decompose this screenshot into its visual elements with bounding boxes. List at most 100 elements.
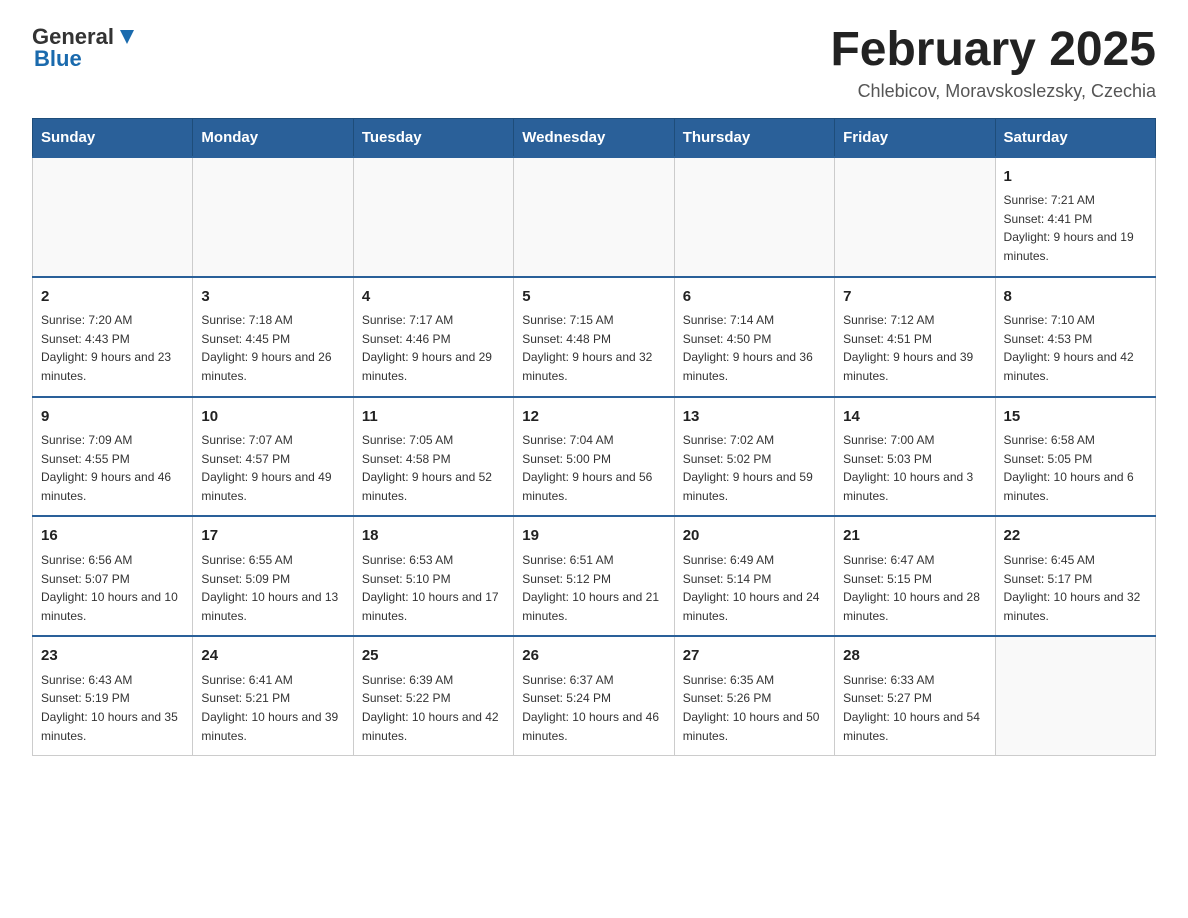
- weekday-header-sunday: Sunday: [33, 118, 193, 157]
- day-info: Sunrise: 6:49 AMSunset: 5:14 PMDaylight:…: [683, 551, 826, 625]
- title-section: February 2025 Chlebicov, Moravskoslezsky…: [830, 24, 1156, 102]
- calendar-cell: [674, 157, 834, 277]
- day-number: 1: [1004, 166, 1147, 189]
- day-number: 13: [683, 406, 826, 429]
- calendar-cell: 16 Sunrise: 6:56 AMSunset: 5:07 PMDayligh…: [33, 516, 193, 636]
- day-info: Sunrise: 6:39 AMSunset: 5:22 PMDaylight:…: [362, 671, 505, 745]
- day-info: Sunrise: 6:41 AMSunset: 5:21 PMDaylight:…: [201, 671, 344, 745]
- weekday-header-thursday: Thursday: [674, 118, 834, 157]
- weekday-header-tuesday: Tuesday: [353, 118, 513, 157]
- day-info: Sunrise: 7:09 AMSunset: 4:55 PMDaylight:…: [41, 431, 184, 505]
- calendar-cell: 20 Sunrise: 6:49 AMSunset: 5:14 PMDayligh…: [674, 516, 834, 636]
- day-number: 4: [362, 286, 505, 309]
- calendar-cell: 4Sunrise: 7:17 AMSunset: 4:46 PMDaylight…: [353, 277, 513, 397]
- day-info: Sunrise: 7:21 AMSunset: 4:41 PMDaylight:…: [1004, 191, 1147, 265]
- day-info: Sunrise: 7:05 AMSunset: 4:58 PMDaylight:…: [362, 431, 505, 505]
- day-info: Sunrise: 7:12 AMSunset: 4:51 PMDaylight:…: [843, 311, 986, 385]
- day-number: 10: [201, 406, 344, 429]
- logo-arrow-icon: [116, 26, 138, 48]
- calendar-cell: 11Sunrise: 7:05 AMSunset: 4:58 PMDayligh…: [353, 397, 513, 517]
- week-row-3: 9Sunrise: 7:09 AMSunset: 4:55 PMDaylight…: [33, 397, 1156, 517]
- day-info: Sunrise: 6:43 AMSunset: 5:19 PMDaylight:…: [41, 671, 184, 745]
- calendar-table: SundayMondayTuesdayWednesdayThursdayFrid…: [32, 118, 1156, 756]
- day-info: Sunrise: 6:35 AMSunset: 5:26 PMDaylight:…: [683, 671, 826, 745]
- calendar-cell: [33, 157, 193, 277]
- day-number: 2: [41, 286, 184, 309]
- calendar-cell: 14Sunrise: 7:00 AMSunset: 5:03 PMDayligh…: [835, 397, 995, 517]
- day-number: 22: [1004, 525, 1147, 548]
- day-info: Sunrise: 6:37 AMSunset: 5:24 PMDaylight:…: [522, 671, 665, 745]
- day-info: Sunrise: 6:56 AMSunset: 5:07 PMDaylight:…: [41, 551, 184, 625]
- week-row-5: 23 Sunrise: 6:43 AMSunset: 5:19 PMDayligh…: [33, 636, 1156, 755]
- calendar-cell: 7Sunrise: 7:12 AMSunset: 4:51 PMDaylight…: [835, 277, 995, 397]
- day-info: Sunrise: 7:17 AMSunset: 4:46 PMDaylight:…: [362, 311, 505, 385]
- location-title: Chlebicov, Moravskoslezsky, Czechia: [830, 81, 1156, 102]
- calendar-cell: 28Sunrise: 6:33 AMSunset: 5:27 PMDayligh…: [835, 636, 995, 755]
- day-info: Sunrise: 7:20 AMSunset: 4:43 PMDaylight:…: [41, 311, 184, 385]
- day-info: Sunrise: 6:45 AMSunset: 5:17 PMDaylight:…: [1004, 551, 1147, 625]
- day-number: 16: [41, 525, 184, 548]
- weekday-header-friday: Friday: [835, 118, 995, 157]
- day-info: Sunrise: 7:18 AMSunset: 4:45 PMDaylight:…: [201, 311, 344, 385]
- calendar-cell: 18 Sunrise: 6:53 AMSunset: 5:10 PMDayligh…: [353, 516, 513, 636]
- logo: General Blue: [32, 24, 138, 72]
- day-number: 7: [843, 286, 986, 309]
- calendar-cell: 9Sunrise: 7:09 AMSunset: 4:55 PMDaylight…: [33, 397, 193, 517]
- calendar-cell: 22 Sunrise: 6:45 AMSunset: 5:17 PMDayligh…: [995, 516, 1155, 636]
- day-info: Sunrise: 6:47 AMSunset: 5:15 PMDaylight:…: [843, 551, 986, 625]
- day-number: 15: [1004, 406, 1147, 429]
- calendar-cell: [193, 157, 353, 277]
- day-number: 5: [522, 286, 665, 309]
- day-number: 25: [362, 645, 505, 668]
- calendar-cell: [995, 636, 1155, 755]
- weekday-header-saturday: Saturday: [995, 118, 1155, 157]
- calendar-cell: 24Sunrise: 6:41 AMSunset: 5:21 PMDayligh…: [193, 636, 353, 755]
- day-info: Sunrise: 6:51 AMSunset: 5:12 PMDaylight:…: [522, 551, 665, 625]
- day-number: 20: [683, 525, 826, 548]
- day-info: Sunrise: 6:55 AMSunset: 5:09 PMDaylight:…: [201, 551, 344, 625]
- calendar-cell: [514, 157, 674, 277]
- day-number: 8: [1004, 286, 1147, 309]
- calendar-cell: [353, 157, 513, 277]
- week-row-1: 1Sunrise: 7:21 AMSunset: 4:41 PMDaylight…: [33, 157, 1156, 277]
- logo-blue-text: Blue: [34, 46, 82, 71]
- weekday-header-wednesday: Wednesday: [514, 118, 674, 157]
- day-number: 23: [41, 645, 184, 668]
- calendar-cell: 5Sunrise: 7:15 AMSunset: 4:48 PMDaylight…: [514, 277, 674, 397]
- day-info: Sunrise: 7:15 AMSunset: 4:48 PMDaylight:…: [522, 311, 665, 385]
- day-info: Sunrise: 6:53 AMSunset: 5:10 PMDaylight:…: [362, 551, 505, 625]
- day-info: Sunrise: 7:02 AMSunset: 5:02 PMDaylight:…: [683, 431, 826, 505]
- calendar-cell: 17 Sunrise: 6:55 AMSunset: 5:09 PMDayligh…: [193, 516, 353, 636]
- calendar-cell: 19 Sunrise: 6:51 AMSunset: 5:12 PMDayligh…: [514, 516, 674, 636]
- calendar-cell: 3Sunrise: 7:18 AMSunset: 4:45 PMDaylight…: [193, 277, 353, 397]
- day-number: 18: [362, 525, 505, 548]
- calendar-cell: 15Sunrise: 6:58 AMSunset: 5:05 PMDayligh…: [995, 397, 1155, 517]
- calendar-cell: 1Sunrise: 7:21 AMSunset: 4:41 PMDaylight…: [995, 157, 1155, 277]
- calendar-cell: 10Sunrise: 7:07 AMSunset: 4:57 PMDayligh…: [193, 397, 353, 517]
- day-info: Sunrise: 7:10 AMSunset: 4:53 PMDaylight:…: [1004, 311, 1147, 385]
- page-header: General Blue February 2025 Chlebicov, Mo…: [32, 24, 1156, 102]
- calendar-cell: 13Sunrise: 7:02 AMSunset: 5:02 PMDayligh…: [674, 397, 834, 517]
- day-number: 21: [843, 525, 986, 548]
- day-info: Sunrise: 7:04 AMSunset: 5:00 PMDaylight:…: [522, 431, 665, 505]
- day-number: 17: [201, 525, 344, 548]
- calendar-cell: [835, 157, 995, 277]
- day-info: Sunrise: 6:33 AMSunset: 5:27 PMDaylight:…: [843, 671, 986, 745]
- calendar-cell: 6Sunrise: 7:14 AMSunset: 4:50 PMDaylight…: [674, 277, 834, 397]
- day-info: Sunrise: 7:14 AMSunset: 4:50 PMDaylight:…: [683, 311, 826, 385]
- day-number: 3: [201, 286, 344, 309]
- month-title: February 2025: [830, 24, 1156, 77]
- day-info: Sunrise: 6:58 AMSunset: 5:05 PMDaylight:…: [1004, 431, 1147, 505]
- day-info: Sunrise: 7:07 AMSunset: 4:57 PMDaylight:…: [201, 431, 344, 505]
- calendar-cell: 21 Sunrise: 6:47 AMSunset: 5:15 PMDayligh…: [835, 516, 995, 636]
- day-number: 19: [522, 525, 665, 548]
- calendar-cell: 8Sunrise: 7:10 AMSunset: 4:53 PMDaylight…: [995, 277, 1155, 397]
- day-number: 9: [41, 406, 184, 429]
- day-info: Sunrise: 7:00 AMSunset: 5:03 PMDaylight:…: [843, 431, 986, 505]
- calendar-cell: 23 Sunrise: 6:43 AMSunset: 5:19 PMDayligh…: [33, 636, 193, 755]
- day-number: 6: [683, 286, 826, 309]
- calendar-cell: 12Sunrise: 7:04 AMSunset: 5:00 PMDayligh…: [514, 397, 674, 517]
- week-row-2: 2Sunrise: 7:20 AMSunset: 4:43 PMDaylight…: [33, 277, 1156, 397]
- day-number: 26: [522, 645, 665, 668]
- weekday-header-monday: Monday: [193, 118, 353, 157]
